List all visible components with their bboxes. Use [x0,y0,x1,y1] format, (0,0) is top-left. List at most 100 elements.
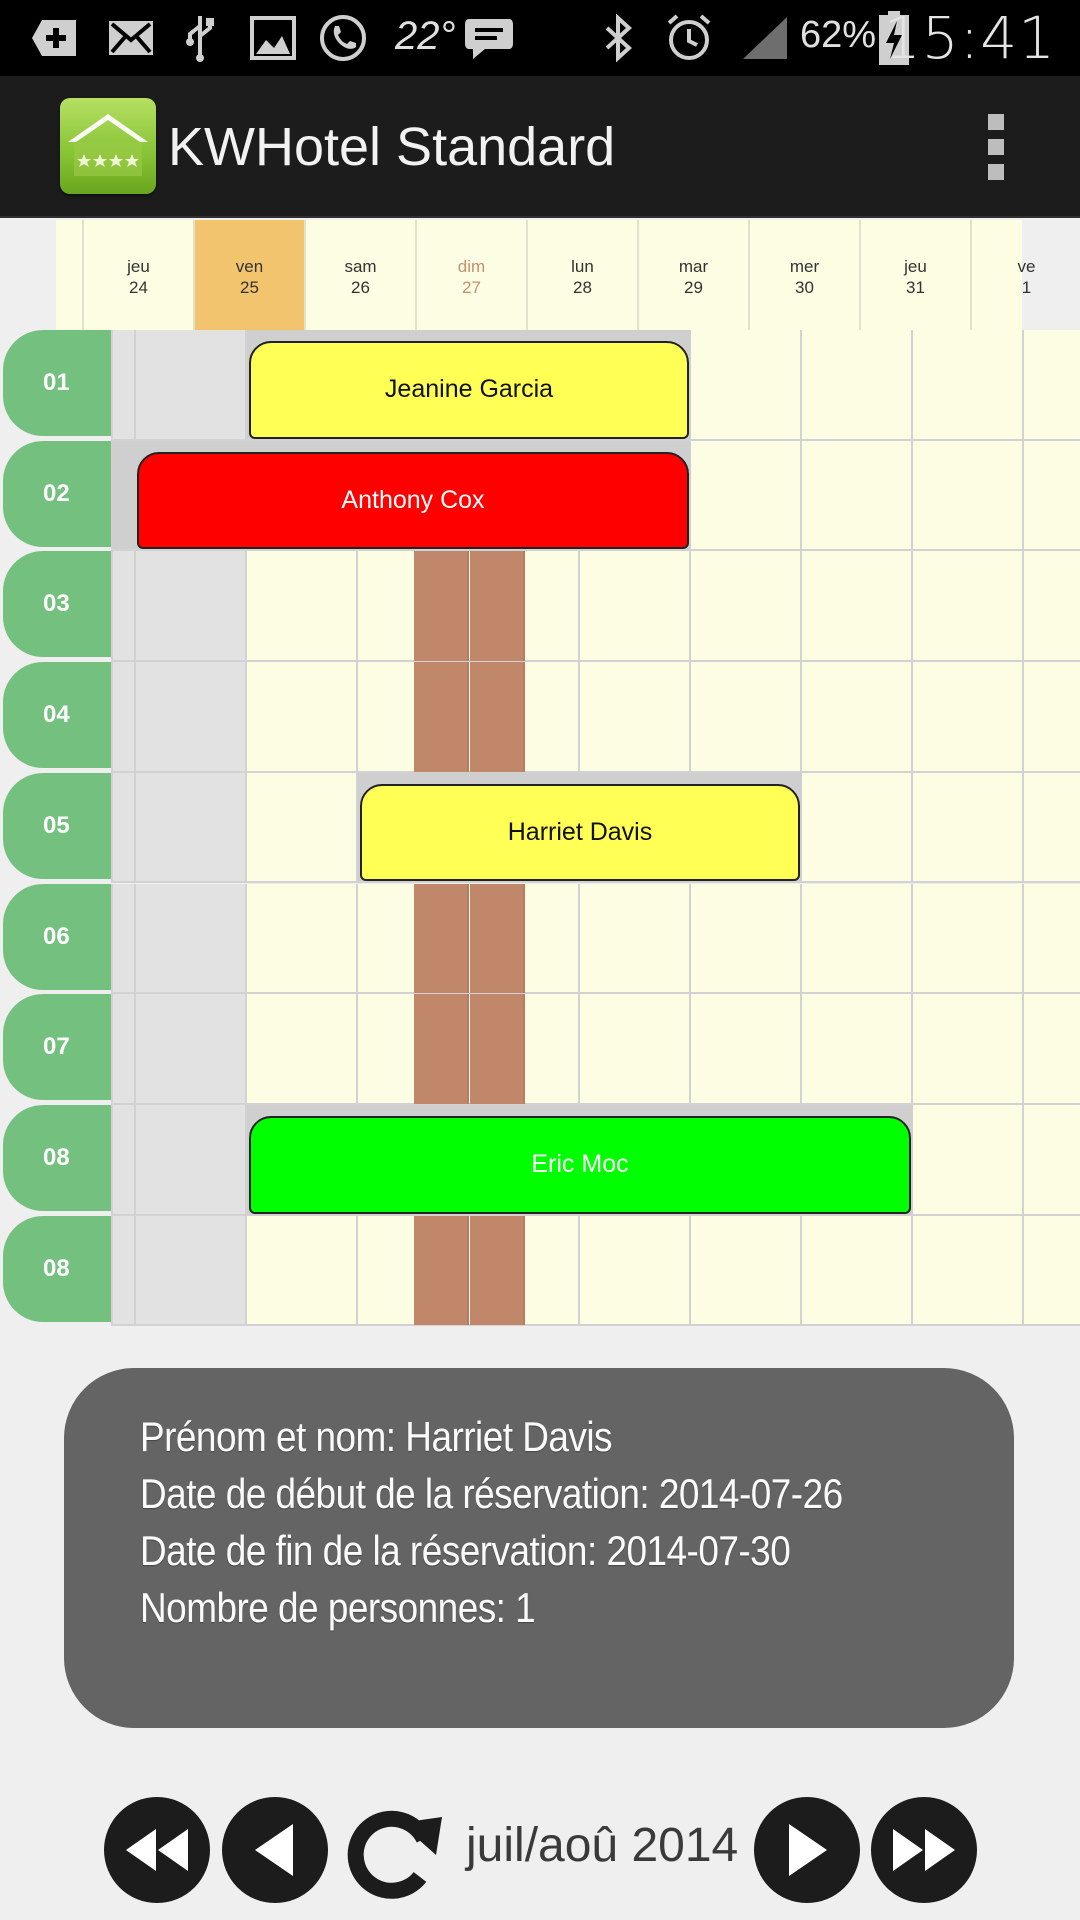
grid-cell[interactable] [691,551,802,663]
room-tab-07[interactable]: 07 [3,994,113,1101]
day-number-label: 27 [462,278,481,297]
grid-cell[interactable] [136,883,247,995]
day-header-ven-25[interactable]: ven 25 [193,220,304,330]
grid-cell[interactable] [913,772,1024,884]
grid-cell[interactable] [247,883,358,995]
grid-cell[interactable] [913,662,1024,773]
phone-icon [318,14,368,62]
grid-cell[interactable] [802,772,913,884]
booking-bar[interactable]: Anthony Cox [137,451,689,550]
fast-rewind-button[interactable] [104,1797,210,1903]
day-header-lun-28[interactable]: lun 28 [526,220,637,330]
grid-cell[interactable] [111,662,136,773]
grid-cell[interactable] [1024,1104,1080,1216]
grid-cell[interactable] [802,551,913,663]
grid-cell[interactable] [691,662,802,773]
day-number-label: 29 [684,278,703,297]
day-header-mar-29[interactable]: mar 29 [637,220,748,330]
grid-cell[interactable] [691,440,802,552]
grid-cell[interactable] [913,1215,1024,1327]
grid-cell[interactable] [136,772,247,884]
day-header-sam-26[interactable]: sam 26 [304,220,415,330]
hotel-logo-icon[interactable] [60,98,156,194]
room-tab-06[interactable]: 06 [3,883,113,990]
room-tab-04[interactable]: 04 [3,662,113,769]
day-header-dim-27[interactable]: dim 27 [415,220,526,330]
grid-cell[interactable] [691,330,802,441]
grid-cell[interactable] [1024,994,1080,1105]
grid-cell[interactable] [1024,883,1080,995]
grid-cell[interactable] [136,330,247,441]
grid-cell[interactable] [580,551,691,663]
grid-cell[interactable] [136,662,247,773]
room-tab-03[interactable]: 03 [3,551,113,658]
grid-cell[interactable] [1024,330,1080,441]
grid-cell[interactable] [136,551,247,663]
day-header-jeu-31[interactable]: jeu 31 [859,220,970,330]
grid-cell[interactable] [802,662,913,773]
grid-cell[interactable] [913,994,1024,1105]
grid-cell[interactable] [691,883,802,995]
grid-cell[interactable] [111,1104,136,1216]
grid-cell[interactable] [111,330,136,441]
grid-cell[interactable] [1024,551,1080,663]
grid-cell[interactable] [913,330,1024,441]
grid-cell[interactable] [1024,662,1080,773]
grid-cell[interactable] [111,1215,136,1327]
grid-cell[interactable] [111,551,136,663]
room-tab-08[interactable]: 08 [3,1215,113,1322]
grid-cell[interactable] [802,330,913,441]
grid-cell[interactable] [247,994,358,1105]
grid-cell[interactable] [247,662,358,773]
grid-cell[interactable] [580,1215,691,1327]
grid-cell[interactable] [1024,772,1080,884]
grid-cell[interactable] [111,772,136,884]
next-button[interactable] [754,1797,860,1903]
grid-cell[interactable] [802,1215,913,1327]
day-header-ve-1[interactable]: ve 1 [970,220,1080,330]
sunday-highlight [414,551,469,662]
grid-cell[interactable] [580,883,691,995]
signal-icon [740,14,790,62]
grid-cell[interactable] [247,1215,358,1327]
end-date-line: Date de fin de la réservation: 2014-07-3… [140,1527,791,1574]
grid-cell[interactable] [136,1104,247,1216]
grid-cell[interactable] [1024,440,1080,552]
refresh-button[interactable] [340,1795,450,1905]
grid-cell[interactable] [247,772,358,884]
next-icon [789,1824,827,1876]
grid-cell[interactable] [111,883,136,995]
grid-cell[interactable] [1024,1215,1080,1327]
grid-cell[interactable] [691,1215,802,1327]
grid-cell[interactable] [691,994,802,1105]
booking-bar[interactable]: Eric Moc [249,1115,911,1214]
grid-cell[interactable] [802,883,913,995]
grid-cell[interactable] [136,1215,247,1327]
grid-cell[interactable] [802,440,913,552]
grid-cell[interactable] [913,440,1024,552]
grid-cell[interactable] [913,551,1024,663]
room-tab-01[interactable]: 01 [3,330,113,436]
room-tab-08[interactable]: 08 [3,1104,113,1211]
booking-bar[interactable]: Jeanine Garcia [249,341,689,439]
grid-cell[interactable] [913,883,1024,995]
booking-bar[interactable]: Harriet Davis [360,783,800,882]
sunday-highlight [470,1215,525,1326]
previous-button[interactable] [222,1797,328,1903]
fast-forward-icon [893,1829,955,1871]
overflow-menu-icon[interactable] [986,114,1006,180]
grid-cell[interactable] [580,994,691,1105]
sunday-highlight [414,994,469,1104]
room-tab-05[interactable]: 05 [3,772,113,879]
persons-line: Nombre de personnes: 1 [140,1584,536,1631]
grid-cell[interactable] [136,994,247,1105]
grid-cell[interactable] [111,994,136,1105]
grid-cell[interactable] [802,994,913,1105]
room-tab-02[interactable]: 02 [3,440,113,547]
day-header-mer-30[interactable]: mer 30 [748,220,859,330]
fast-forward-button[interactable] [871,1797,977,1903]
grid-cell[interactable] [247,551,358,663]
grid-cell[interactable] [580,662,691,773]
day-header-jeu-24[interactable]: jeu 24 [82,220,193,330]
grid-cell[interactable] [913,1104,1024,1216]
